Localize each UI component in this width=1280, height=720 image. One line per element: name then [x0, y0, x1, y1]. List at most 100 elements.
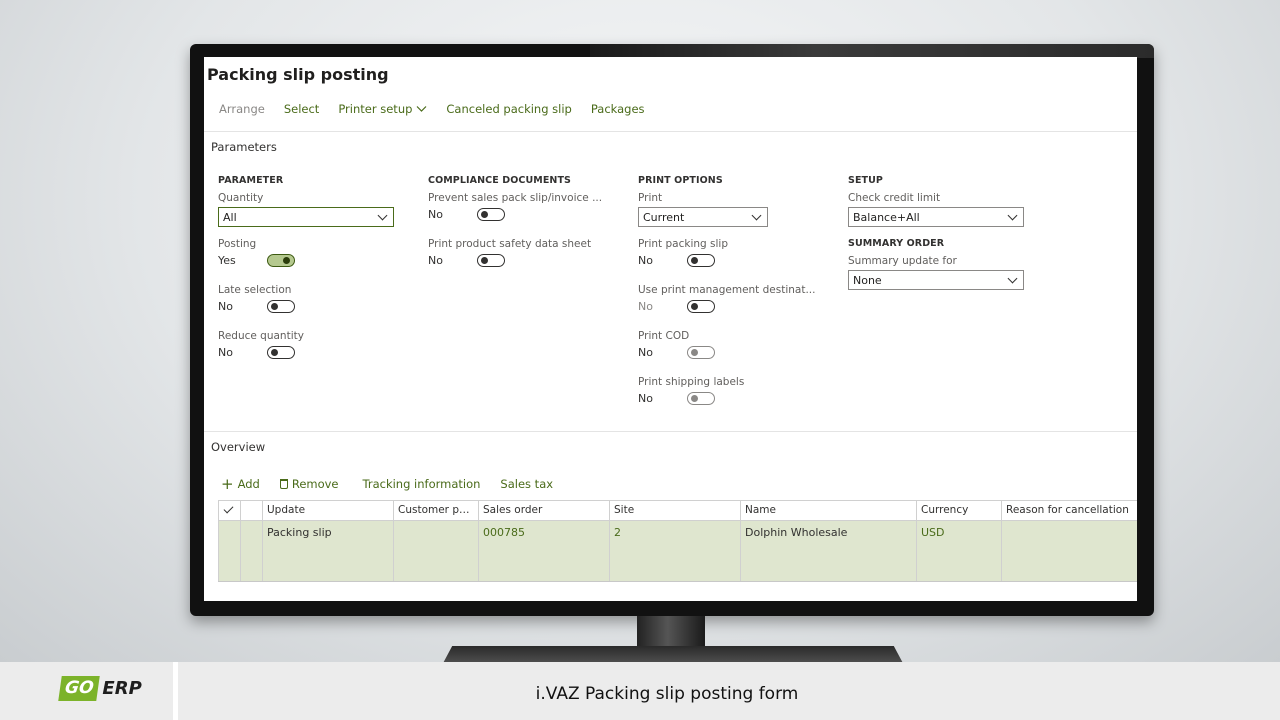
column-header-name[interactable]: Name	[740, 501, 916, 520]
print-mgmt-toggle[interactable]	[687, 300, 715, 313]
overview-grid: Update Customer pac... Sales order Site …	[218, 500, 1137, 582]
cod-label: Print COD	[638, 330, 690, 342]
app-screen: Packing slip posting Arrange Select Prin…	[204, 57, 1137, 601]
table-row[interactable]: Packing slip 000785 2 Dolphin Wholesale …	[218, 521, 1137, 582]
row-checkbox[interactable]	[218, 521, 240, 581]
late-selection-value: No	[218, 300, 233, 313]
chevron-down-icon	[416, 106, 427, 112]
tracking-information-button[interactable]: Tracking information	[363, 477, 481, 491]
posting-label: Posting	[218, 238, 257, 250]
summary-update-value: None	[853, 273, 882, 287]
reduce-quantity-value: No	[218, 346, 233, 359]
parameter-group: PARAMETER Quantity All Posting Yes Late …	[218, 175, 418, 359]
overview-toolbar: + Add Remove Tracking information Sales …	[221, 476, 553, 491]
cell-currency[interactable]: USD	[916, 521, 1001, 581]
arrange-button[interactable]: Arrange	[219, 102, 265, 116]
print-options-heading: PRINT OPTIONS	[638, 175, 723, 186]
packing-slip-label: Print packing slip	[638, 238, 728, 250]
summary-order-heading: SUMMARY ORDER	[848, 238, 945, 249]
compliance-group: COMPLIANCE DOCUMENTS Prevent sales pack …	[428, 175, 628, 267]
check-icon	[223, 503, 234, 514]
print-dropdown[interactable]: Current	[638, 207, 768, 227]
late-selection-label: Late selection	[218, 284, 292, 296]
add-button[interactable]: + Add	[221, 476, 260, 491]
reduce-quantity-label: Reduce quantity	[218, 330, 304, 342]
quantity-label: Quantity	[218, 192, 264, 204]
chevron-down-icon	[1007, 273, 1018, 283]
summary-update-dropdown[interactable]: None	[848, 270, 1024, 290]
column-header-sales-order[interactable]: Sales order	[478, 501, 609, 520]
cod-value: No	[638, 346, 653, 359]
print-mgmt-field: Use print management destinat... No	[638, 284, 816, 313]
cell-site[interactable]: 2	[609, 521, 740, 581]
print-mgmt-value: No	[638, 300, 653, 313]
late-selection-field: Late selection No	[218, 284, 295, 313]
chevron-down-icon	[751, 210, 762, 220]
credit-limit-dropdown[interactable]: Balance+All	[848, 207, 1024, 227]
cell-update[interactable]: Packing slip	[262, 521, 393, 581]
overview-section-title[interactable]: Overview	[211, 440, 265, 454]
quantity-dropdown[interactable]: All	[218, 207, 394, 227]
cell-name[interactable]: Dolphin Wholesale	[740, 521, 916, 581]
remove-button[interactable]: Remove	[279, 477, 339, 491]
column-header-update[interactable]: Update	[262, 501, 393, 520]
select-button[interactable]: Select	[284, 102, 319, 116]
column-header-customer-pack[interactable]: Customer pac...	[393, 501, 478, 520]
cell-sales-order[interactable]: 000785	[478, 521, 609, 581]
packages-button[interactable]: Packages	[591, 102, 645, 116]
reduce-quantity-toggle[interactable]	[267, 346, 295, 359]
late-selection-toggle[interactable]	[267, 300, 295, 313]
setup-group: SETUP Check credit limit Balance+All SUM…	[848, 175, 1048, 290]
compliance-heading: COMPLIANCE DOCUMENTS	[428, 175, 571, 186]
row-marker	[240, 521, 262, 581]
caption: i.VAZ Packing slip posting form	[535, 684, 799, 704]
goerp-logo: GO ERP	[58, 676, 142, 701]
prevent-label: Prevent sales pack slip/invoice ...	[428, 192, 603, 204]
select-all-checkbox[interactable]	[218, 501, 240, 520]
safety-sheet-label: Print product safety data sheet	[428, 238, 592, 250]
safety-sheet-value: No	[428, 254, 443, 267]
column-header-reason[interactable]: Reason for cancellation	[1001, 501, 1137, 520]
print-options-group: PRINT OPTIONS Print Current Print packin…	[638, 175, 838, 405]
safety-sheet-toggle[interactable]	[477, 254, 505, 267]
print-value: Current	[643, 210, 685, 224]
summary-update-field: Summary update for None	[848, 255, 1024, 290]
cod-toggle[interactable]	[687, 346, 715, 359]
credit-limit-value: Balance+All	[853, 210, 920, 224]
cod-field: Print COD No	[638, 330, 715, 359]
chevron-down-icon	[1007, 210, 1018, 220]
grid-header: Update Customer pac... Sales order Site …	[218, 500, 1137, 521]
column-header-currency[interactable]: Currency	[916, 501, 1001, 520]
action-toolbar: Arrange Select Printer setup Canceled pa…	[219, 102, 645, 116]
prevent-value: No	[428, 208, 443, 221]
logo-go: GO	[58, 676, 101, 701]
trash-icon	[279, 479, 288, 489]
reduce-quantity-field: Reduce quantity No	[218, 330, 304, 359]
quantity-field: Quantity All	[218, 192, 394, 227]
prevent-toggle[interactable]	[477, 208, 505, 221]
prevent-field: Prevent sales pack slip/invoice ... No	[428, 192, 602, 221]
row-marker-column	[240, 501, 262, 520]
parameters-section-title[interactable]: Parameters	[211, 140, 277, 154]
remove-label: Remove	[291, 477, 339, 491]
posting-toggle[interactable]	[267, 254, 295, 267]
cell-reason[interactable]	[1001, 521, 1137, 581]
printer-setup-button[interactable]: Printer setup	[338, 102, 427, 116]
packing-slip-toggle[interactable]	[687, 254, 715, 267]
print-label: Print	[638, 192, 663, 204]
canceled-packing-slip-button[interactable]: Canceled packing slip	[446, 102, 571, 116]
credit-limit-label: Check credit limit	[848, 192, 941, 204]
parameter-heading: PARAMETER	[218, 175, 284, 186]
shipping-labels-field: Print shipping labels No	[638, 376, 744, 405]
printer-setup-label: Printer setup	[338, 102, 413, 116]
print-mgmt-label: Use print management destinat...	[638, 284, 816, 296]
sales-tax-button[interactable]: Sales tax	[500, 477, 553, 491]
print-field: Print Current	[638, 192, 768, 227]
credit-limit-field: Check credit limit Balance+All	[848, 192, 1024, 227]
shipping-labels-toggle[interactable]	[687, 392, 715, 405]
shipping-labels-label: Print shipping labels	[638, 376, 745, 388]
setup-heading: SETUP	[848, 175, 883, 186]
safety-sheet-field: Print product safety data sheet No	[428, 238, 591, 267]
column-header-site[interactable]: Site	[609, 501, 740, 520]
cell-customer-pack[interactable]	[393, 521, 478, 581]
